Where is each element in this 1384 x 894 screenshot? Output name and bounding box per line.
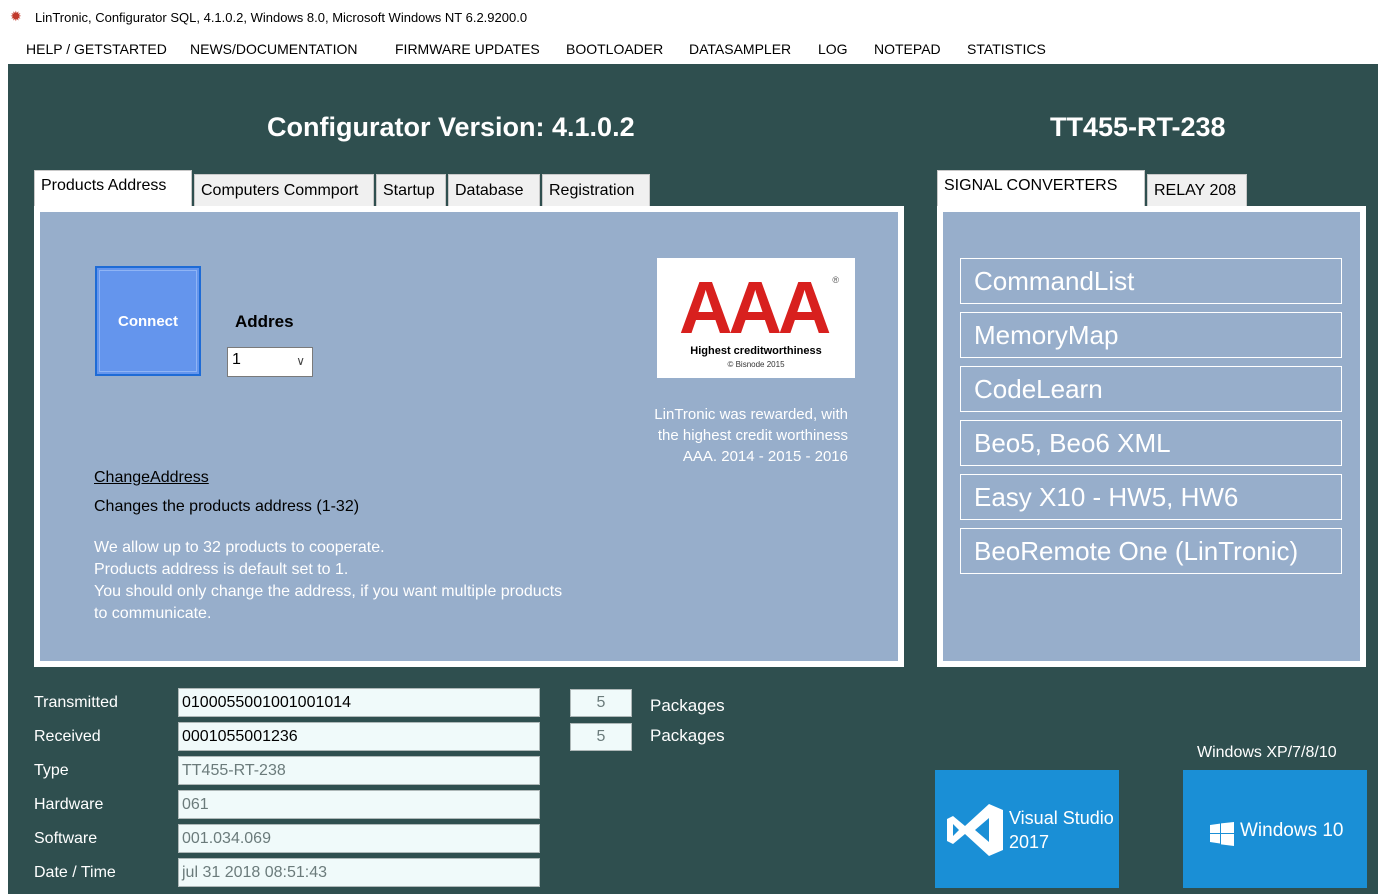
menu-statistics[interactable]: STATISTICS [967,41,1046,57]
address-info-text: We allow up to 32 products to cooperate.… [94,537,654,625]
menu-firmware-updates[interactable]: FIRMWARE UPDATES [395,41,540,57]
transmitted-label: Transmitted [34,694,118,711]
transmitted-count: 5 [570,689,632,717]
app-icon: ✹ [10,8,22,24]
menu-notepad[interactable]: NOTEPAD [874,41,941,57]
type-field: TT455-RT-238 [178,756,540,785]
change-address-link[interactable]: ChangeAddress [94,469,209,487]
beoremote-one-button[interactable]: BeoRemote One (LinTronic) [960,528,1342,574]
reward-line: AAA. 2014 - 2015 - 2016 [682,448,848,465]
windows-10-text: Windows 10 [1240,820,1344,841]
easy-x10-button[interactable]: Easy X10 - HW5, HW6 [960,474,1342,520]
received-unit: Packages [650,726,725,745]
received-count: 5 [570,723,632,751]
windows-versions-label: Windows XP/7/8/10 [1197,744,1337,761]
transmitted-unit: Packages [650,696,725,715]
reward-text: LinTronic was rewarded, with the highest… [568,404,848,467]
hardware-field: 061 [178,790,540,819]
visual-studio-name: Visual Studio [1009,808,1114,828]
address-select[interactable]: 1 ∨ [227,347,313,377]
change-address-description: Changes the products address (1-32) [94,498,360,515]
windows-10-logo: Windows 10 [1183,770,1367,888]
window-title: LinTronic, Configurator SQL, 4.1.0.2, Wi… [35,10,528,25]
menu-log[interactable]: LOG [818,41,848,57]
menu-bootloader[interactable]: BOOTLOADER [566,41,663,57]
reward-line: LinTronic was rewarded, with [654,406,848,423]
info-line: You should only change the address, if y… [94,583,563,600]
title-bar: ✹ LinTronic, Configurator SQL, 4.1.0.2, … [0,0,1384,36]
software-field: 001.034.069 [178,824,540,853]
info-line: to communicate. [94,605,212,622]
beo-xml-button[interactable]: Beo5, Beo6 XML [960,420,1342,466]
address-label: Addres [235,312,294,331]
menu-help[interactable]: HELP / GETSTARTED [26,41,167,57]
tab-registration[interactable]: Registration [542,174,650,206]
type-label: Type [34,762,69,779]
aaa-badge-registered: ® [832,275,839,285]
received-label: Received [34,728,101,745]
datetime-field: jul 31 2018 08:51:43 [178,858,540,887]
software-label: Software [34,830,98,847]
info-line: Products address is default set to 1. [94,561,349,578]
menu-bar: HELP / GETSTARTED NEWS/DOCUMENTATION FIR… [0,38,1384,62]
address-select-value: 1 [232,351,241,368]
tab-computers-commport[interactable]: Computers Commport [194,174,374,206]
commandlist-button[interactable]: CommandList [960,258,1342,304]
tab-products-address[interactable]: Products Address [34,170,192,206]
visual-studio-year: 2017 [1009,832,1050,852]
hardware-label: Hardware [34,796,104,813]
version-heading: Configurator Version: 4.1.0.2 [267,112,635,142]
aaa-badge-copyright: © Bisnode 2015 [727,360,785,369]
tab-database[interactable]: Database [448,174,540,206]
datetime-label: Date / Time [34,864,116,881]
connect-button-label: Connect [118,312,178,330]
received-field[interactable]: 0001055001236 [178,722,540,751]
tab-relay-208[interactable]: RELAY 208 [1147,174,1247,206]
visual-studio-icon [947,804,1003,856]
codelearn-button[interactable]: CodeLearn [960,366,1342,412]
tab-startup[interactable]: Startup [376,174,446,206]
menu-datasampler[interactable]: DATASAMPLER [689,41,791,57]
aaa-badge-letters: AAA [679,266,831,349]
connect-button[interactable]: Connect [95,266,201,376]
aaa-badge: AAA ® Highest creditworthiness © Bisnode… [657,258,855,378]
transmitted-field[interactable]: 0100055001001001014 [178,688,540,717]
main-area: Configurator Version: 4.1.0.2 TT455-RT-2… [8,64,1378,894]
menu-news[interactable]: NEWS/DOCUMENTATION [190,41,357,57]
tab-signal-converters[interactable]: SIGNAL CONVERTERS [937,170,1145,206]
model-heading: TT455-RT-238 [1050,112,1226,142]
memorymap-button[interactable]: MemoryMap [960,312,1342,358]
visual-studio-logo: Visual Studio 2017 [935,770,1119,888]
windows-icon [1210,822,1234,846]
aaa-badge-caption: Highest creditworthiness [690,345,822,357]
visual-studio-text: Visual Studio 2017 [1009,806,1114,854]
reward-line: the highest credit worthiness [657,427,848,444]
info-line: We allow up to 32 products to cooperate. [94,539,385,556]
chevron-down-icon: ∨ [296,354,305,368]
